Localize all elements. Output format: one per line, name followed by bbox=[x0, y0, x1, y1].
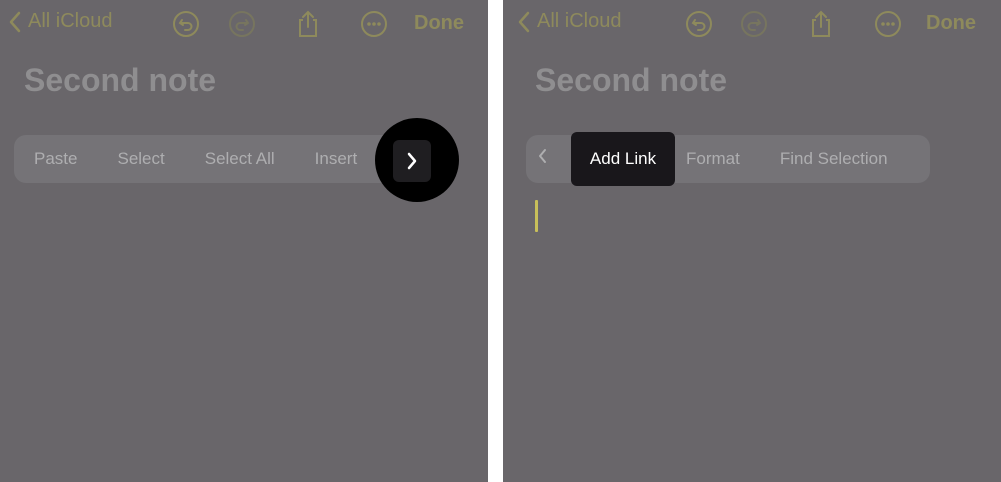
back-button[interactable]: All iCloud bbox=[8, 10, 112, 33]
undo-icon bbox=[686, 11, 712, 37]
share-button[interactable] bbox=[807, 10, 835, 38]
menu-item-select[interactable]: Select bbox=[97, 135, 184, 183]
share-button[interactable] bbox=[294, 10, 322, 38]
edit-menu: Paste Select Select All Insert bbox=[14, 135, 424, 183]
menu-item-select-all[interactable]: Select All bbox=[185, 135, 295, 183]
redo-icon bbox=[229, 11, 255, 37]
top-toolbar: All iCloud Done bbox=[0, 0, 488, 50]
back-button[interactable]: All iCloud bbox=[517, 10, 621, 33]
back-label: All iCloud bbox=[537, 10, 622, 32]
chevron-left-icon bbox=[518, 11, 530, 32]
menu-item-insert[interactable]: Insert bbox=[295, 135, 378, 183]
chevron-right-icon bbox=[407, 152, 417, 170]
done-button[interactable]: Done bbox=[926, 12, 976, 35]
done-button[interactable]: Done bbox=[414, 12, 464, 35]
note-title: Second note bbox=[535, 62, 728, 98]
chevron-left-icon bbox=[9, 11, 21, 32]
menu-prev-button[interactable] bbox=[526, 135, 560, 183]
more-button[interactable] bbox=[360, 10, 388, 38]
undo-button[interactable] bbox=[685, 10, 713, 38]
notes-screen-right: All iCloud Done Second note Format Find … bbox=[503, 0, 1001, 482]
more-icon bbox=[361, 11, 387, 37]
menu-next-button[interactable] bbox=[393, 140, 431, 182]
undo-icon bbox=[173, 11, 199, 37]
chevron-left-icon bbox=[539, 149, 546, 163]
menu-item-format[interactable]: Format bbox=[666, 135, 760, 183]
menu-item-find-selection[interactable]: Find Selection bbox=[760, 135, 908, 183]
menu-item-add-link[interactable]: Add Link bbox=[571, 132, 675, 186]
text-cursor bbox=[535, 200, 538, 232]
undo-button[interactable] bbox=[172, 10, 200, 38]
top-toolbar: All iCloud Done bbox=[503, 0, 1001, 50]
notes-screen-left: All iCloud Done Second note Paste Select… bbox=[0, 0, 488, 482]
menu-item-paste[interactable]: Paste bbox=[14, 135, 97, 183]
more-button[interactable] bbox=[874, 10, 902, 38]
back-label: All iCloud bbox=[28, 10, 113, 32]
note-title: Second note bbox=[24, 62, 217, 98]
share-icon bbox=[299, 10, 317, 37]
redo-button[interactable] bbox=[228, 10, 256, 38]
more-icon bbox=[875, 11, 901, 37]
redo-icon bbox=[741, 11, 767, 37]
redo-button[interactable] bbox=[740, 10, 768, 38]
share-icon bbox=[812, 10, 830, 37]
